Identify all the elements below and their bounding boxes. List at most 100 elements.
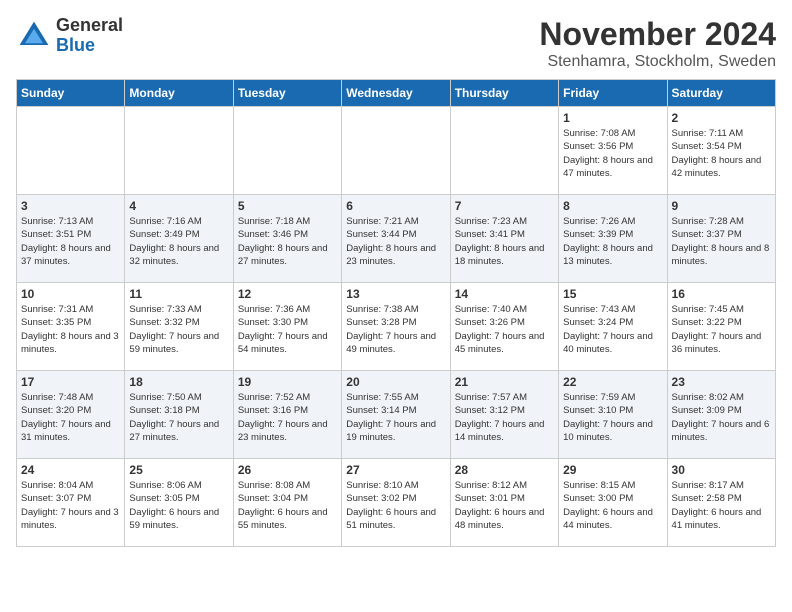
day-number: 14 xyxy=(455,287,554,301)
week-row-4: 17 Sunrise: 7:48 AM Sunset: 3:20 PM Dayli… xyxy=(17,371,776,459)
day-info: Sunrise: 7:16 AM Sunset: 3:49 PM Dayligh… xyxy=(129,215,228,268)
day-number: 7 xyxy=(455,199,554,213)
day-number: 16 xyxy=(672,287,771,301)
day-info: Sunrise: 8:04 AM Sunset: 3:07 PM Dayligh… xyxy=(21,479,120,532)
calendar-table: SundayMondayTuesdayWednesdayThursdayFrid… xyxy=(16,79,776,547)
day-number: 23 xyxy=(672,375,771,389)
day-cell: 1 Sunrise: 7:08 AM Sunset: 3:56 PM Daylig… xyxy=(559,107,667,195)
day-number: 20 xyxy=(346,375,445,389)
day-info: Sunrise: 7:55 AM Sunset: 3:14 PM Dayligh… xyxy=(346,391,445,444)
day-info: Sunrise: 7:43 AM Sunset: 3:24 PM Dayligh… xyxy=(563,303,662,356)
page-header: General Blue November 2024 Stenhamra, St… xyxy=(16,16,776,71)
location: Stenhamra, Stockholm, Sweden xyxy=(539,53,776,71)
day-number: 19 xyxy=(238,375,337,389)
title-block: November 2024 Stenhamra, Stockholm, Swed… xyxy=(539,16,776,71)
day-cell: 13Sunrise: 7:38 AM Sunset: 3:28 PM Dayli… xyxy=(342,283,450,371)
day-cell: 23 Sunrise: 8:02 AM Sunset: 3:09 PM Dayli… xyxy=(667,371,775,459)
week-row-5: 24 Sunrise: 8:04 AM Sunset: 3:07 PM Dayli… xyxy=(17,459,776,547)
day-cell: 24 Sunrise: 8:04 AM Sunset: 3:07 PM Dayli… xyxy=(17,459,125,547)
day-info: Sunrise: 7:11 AM Sunset: 3:54 PM Dayligh… xyxy=(672,127,771,180)
day-cell: 2 Sunrise: 7:11 AM Sunset: 3:54 PM Daylig… xyxy=(667,107,775,195)
day-info: Sunrise: 7:48 AM Sunset: 3:20 PM Dayligh… xyxy=(21,391,120,444)
day-cell xyxy=(233,107,341,195)
day-cell: 27 Sunrise: 8:10 AM Sunset: 3:02 PM Dayli… xyxy=(342,459,450,547)
day-number: 18 xyxy=(129,375,228,389)
day-number: 12 xyxy=(238,287,337,301)
day-cell: 30 Sunrise: 8:17 AM Sunset: 2:58 PM Dayli… xyxy=(667,459,775,547)
day-number: 27 xyxy=(346,463,445,477)
logo-icon xyxy=(16,18,52,54)
day-info: Sunrise: 7:21 AM Sunset: 3:44 PM Dayligh… xyxy=(346,215,445,268)
day-info: Sunrise: 7:40 AM Sunset: 3:26 PM Dayligh… xyxy=(455,303,554,356)
day-cell: 7 Sunrise: 7:23 AM Sunset: 3:41 PM Daylig… xyxy=(450,195,558,283)
day-cell: 19 Sunrise: 7:52 AM Sunset: 3:16 PM Dayli… xyxy=(233,371,341,459)
day-number: 13 xyxy=(346,287,445,301)
day-cell: 22Sunrise: 7:59 AM Sunset: 3:10 PM Dayli… xyxy=(559,371,667,459)
day-info: Sunrise: 7:18 AM Sunset: 3:46 PM Dayligh… xyxy=(238,215,337,268)
day-number: 6 xyxy=(346,199,445,213)
day-info: Sunrise: 7:28 AM Sunset: 3:37 PM Dayligh… xyxy=(672,215,771,268)
day-cell xyxy=(342,107,450,195)
day-number: 2 xyxy=(672,111,771,125)
month-title: November 2024 xyxy=(539,16,776,53)
day-number: 1 xyxy=(563,111,662,125)
day-info: Sunrise: 7:57 AM Sunset: 3:12 PM Dayligh… xyxy=(455,391,554,444)
day-number: 30 xyxy=(672,463,771,477)
day-number: 24 xyxy=(21,463,120,477)
day-info: Sunrise: 7:26 AM Sunset: 3:39 PM Dayligh… xyxy=(563,215,662,268)
day-number: 25 xyxy=(129,463,228,477)
day-number: 5 xyxy=(238,199,337,213)
day-cell: 16 Sunrise: 7:45 AM Sunset: 3:22 PM Dayli… xyxy=(667,283,775,371)
day-info: Sunrise: 8:02 AM Sunset: 3:09 PM Dayligh… xyxy=(672,391,771,444)
day-cell: 26Sunrise: 8:08 AM Sunset: 3:04 PM Dayli… xyxy=(233,459,341,547)
column-header-thursday: Thursday xyxy=(450,80,558,107)
day-cell: 14 Sunrise: 7:40 AM Sunset: 3:26 PM Dayli… xyxy=(450,283,558,371)
day-number: 22 xyxy=(563,375,662,389)
day-cell: 21Sunrise: 7:57 AM Sunset: 3:12 PM Dayli… xyxy=(450,371,558,459)
day-info: Sunrise: 7:45 AM Sunset: 3:22 PM Dayligh… xyxy=(672,303,771,356)
day-cell xyxy=(17,107,125,195)
day-number: 4 xyxy=(129,199,228,213)
day-cell: 3 Sunrise: 7:13 AM Sunset: 3:51 PM Daylig… xyxy=(17,195,125,283)
day-cell: 15 Sunrise: 7:43 AM Sunset: 3:24 PM Dayli… xyxy=(559,283,667,371)
day-number: 11 xyxy=(129,287,228,301)
day-cell: 6 Sunrise: 7:21 AM Sunset: 3:44 PM Daylig… xyxy=(342,195,450,283)
day-info: Sunrise: 8:15 AM Sunset: 3:00 PM Dayligh… xyxy=(563,479,662,532)
day-cell: 8 Sunrise: 7:26 AM Sunset: 3:39 PM Daylig… xyxy=(559,195,667,283)
day-number: 8 xyxy=(563,199,662,213)
day-info: Sunrise: 7:50 AM Sunset: 3:18 PM Dayligh… xyxy=(129,391,228,444)
day-cell xyxy=(450,107,558,195)
column-header-friday: Friday xyxy=(559,80,667,107)
day-cell: 17 Sunrise: 7:48 AM Sunset: 3:20 PM Dayli… xyxy=(17,371,125,459)
day-number: 3 xyxy=(21,199,120,213)
day-info: Sunrise: 8:10 AM Sunset: 3:02 PM Dayligh… xyxy=(346,479,445,532)
column-header-monday: Monday xyxy=(125,80,233,107)
day-number: 9 xyxy=(672,199,771,213)
day-cell: 4 Sunrise: 7:16 AM Sunset: 3:49 PM Daylig… xyxy=(125,195,233,283)
day-cell: 28 Sunrise: 8:12 AM Sunset: 3:01 PM Dayli… xyxy=(450,459,558,547)
day-info: Sunrise: 7:52 AM Sunset: 3:16 PM Dayligh… xyxy=(238,391,337,444)
day-number: 15 xyxy=(563,287,662,301)
week-row-2: 3 Sunrise: 7:13 AM Sunset: 3:51 PM Daylig… xyxy=(17,195,776,283)
day-number: 28 xyxy=(455,463,554,477)
day-cell: 20 Sunrise: 7:55 AM Sunset: 3:14 PM Dayli… xyxy=(342,371,450,459)
day-cell: 25Sunrise: 8:06 AM Sunset: 3:05 PM Dayli… xyxy=(125,459,233,547)
day-info: Sunrise: 7:23 AM Sunset: 3:41 PM Dayligh… xyxy=(455,215,554,268)
day-number: 29 xyxy=(563,463,662,477)
day-info: Sunrise: 7:36 AM Sunset: 3:30 PM Dayligh… xyxy=(238,303,337,356)
day-number: 17 xyxy=(21,375,120,389)
day-cell: 11Sunrise: 7:33 AM Sunset: 3:32 PM Dayli… xyxy=(125,283,233,371)
day-cell: 29 Sunrise: 8:15 AM Sunset: 3:00 PM Dayli… xyxy=(559,459,667,547)
column-header-sunday: Sunday xyxy=(17,80,125,107)
column-header-wednesday: Wednesday xyxy=(342,80,450,107)
day-info: Sunrise: 7:13 AM Sunset: 3:51 PM Dayligh… xyxy=(21,215,120,268)
day-info: Sunrise: 8:08 AM Sunset: 3:04 PM Dayligh… xyxy=(238,479,337,532)
header-row: SundayMondayTuesdayWednesdayThursdayFrid… xyxy=(17,80,776,107)
day-info: Sunrise: 7:08 AM Sunset: 3:56 PM Dayligh… xyxy=(563,127,662,180)
day-info: Sunrise: 8:17 AM Sunset: 2:58 PM Dayligh… xyxy=(672,479,771,532)
logo: General Blue xyxy=(16,16,123,56)
day-info: Sunrise: 7:31 AM Sunset: 3:35 PM Dayligh… xyxy=(21,303,120,356)
week-row-3: 10Sunrise: 7:31 AM Sunset: 3:35 PM Dayli… xyxy=(17,283,776,371)
day-info: Sunrise: 8:12 AM Sunset: 3:01 PM Dayligh… xyxy=(455,479,554,532)
day-cell: 5 Sunrise: 7:18 AM Sunset: 3:46 PM Daylig… xyxy=(233,195,341,283)
